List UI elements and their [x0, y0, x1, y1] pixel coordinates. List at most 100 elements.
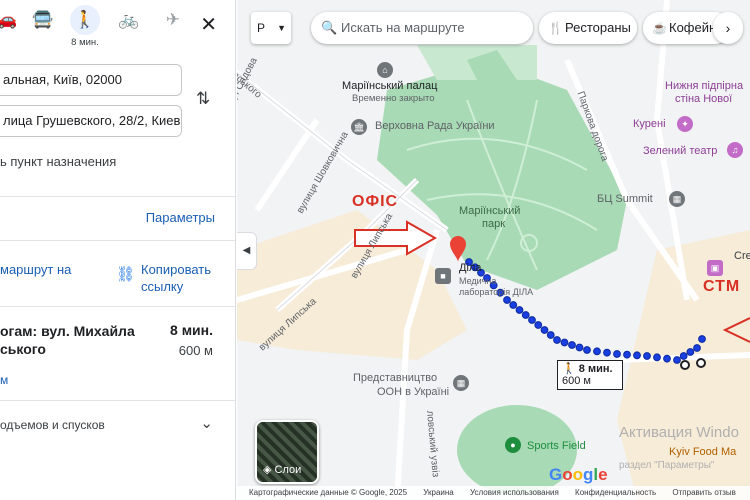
route-dot	[568, 341, 576, 349]
route-dot	[540, 326, 549, 334]
divider	[0, 306, 235, 307]
walk-time-label: 8 мин.	[71, 37, 99, 48]
travel-mode-bar: 🚗 🚍 🚶 8 мин. 🚲 ✈	[0, 5, 230, 50]
origin-field[interactable]: альная, Київ, 02000	[0, 64, 182, 96]
culture-icon: ✦	[677, 116, 693, 132]
label-cre: Cre	[734, 250, 750, 262]
theater-icon: ♫	[727, 142, 743, 158]
map-type-select[interactable]: Р ▼	[251, 12, 291, 44]
route-search-input[interactable]: 🔍 Искать на маршруте	[311, 12, 533, 44]
route-dot	[560, 338, 569, 347]
copy-link-button[interactable]: Копировать ссылку	[141, 261, 211, 295]
chip-restaurants[interactable]: 🍴 Рестораны	[539, 12, 637, 44]
label-un-1[interactable]: Представництво	[353, 372, 437, 384]
footer-privacy[interactable]: Конфиденциальность	[575, 488, 656, 497]
route-distance: 600 м	[178, 343, 213, 358]
route-dot	[515, 306, 524, 314]
plane-icon: ✈	[165, 10, 181, 29]
label-park-1: Маріїнський	[459, 205, 521, 217]
walk-icon: 🚶	[562, 363, 579, 375]
route-title-line1: огам: вул. Михайла	[0, 323, 135, 339]
footer-terms[interactable]: Условия использования	[470, 488, 559, 497]
lab-icon: ■	[435, 268, 451, 284]
layers-button[interactable]: ◈ Слои	[255, 420, 319, 484]
mode-walk[interactable]: 🚶 8 мин.	[68, 5, 102, 48]
bike-icon: 🚲	[118, 10, 140, 29]
label-bc-summit[interactable]: БЦ Summit	[597, 193, 653, 205]
divider	[0, 196, 235, 197]
chips-next-button[interactable]: ›	[713, 12, 743, 44]
restaurant-icon: 🍴	[548, 21, 563, 35]
add-destination[interactable]: ь пункт назначения	[0, 154, 116, 169]
route-dot	[633, 351, 641, 360]
route-dot	[679, 352, 688, 360]
label-dila[interactable]: Діла	[459, 262, 481, 274]
link-icon: ⛓	[116, 266, 136, 283]
directions-panel: 🚗 🚍 🚶 8 мин. 🚲 ✈ ✕ альная, Київ, 02000 л…	[0, 0, 236, 500]
route-dot	[613, 350, 621, 358]
mode-flight[interactable]: ✈	[156, 8, 190, 32]
label-green-theater[interactable]: Зелений театр	[643, 145, 717, 157]
route-title-line2: ського	[0, 341, 46, 357]
label-nizhnya-1[interactable]: Нижня підпірна	[665, 80, 743, 92]
map-footer: Картографические данные © Google, 2025 У…	[237, 486, 750, 500]
route-dot	[528, 316, 536, 324]
route-details-link[interactable]: м	[0, 373, 8, 387]
route-time: 8 мин.	[170, 322, 213, 338]
send-route-button[interactable]: маршрут на	[0, 261, 71, 278]
chevron-down-icon[interactable]: ⌄	[200, 414, 213, 432]
label-nizhnya-2: стіна Нової	[675, 93, 733, 105]
annotation-ctm: СТМ	[703, 278, 741, 295]
landmark-icon: 🏛	[351, 119, 367, 135]
footer-feedback[interactable]: Отправить отзыв	[672, 488, 736, 497]
label-kyiv-food[interactable]: Kyiv Food Ma	[669, 446, 736, 458]
options-button[interactable]: Параметры	[146, 210, 215, 225]
label-palace[interactable]: Маріїнський палац	[342, 80, 437, 92]
divider	[0, 400, 235, 401]
route-dot	[521, 311, 530, 319]
car-icon: 🚗	[0, 8, 24, 32]
route-dot	[653, 353, 661, 362]
mode-bike[interactable]: 🚲	[112, 8, 146, 32]
caret-down-icon: ▼	[277, 23, 286, 33]
footer-copyright: Картографические данные © Google, 2025	[249, 488, 408, 497]
route-dot	[503, 296, 511, 304]
label-un-2: ООН в Україні	[377, 386, 450, 398]
sports-icon: ●	[505, 437, 521, 453]
walk-callout[interactable]: 🚶 8 мин. 600 м	[557, 360, 623, 390]
swap-icon[interactable]: ⇅	[196, 89, 210, 109]
annotation-office: ОФІС	[352, 193, 399, 210]
route-dot	[603, 348, 611, 357]
museum-icon: ▣	[707, 260, 723, 276]
elevation-toggle[interactable]: одъемов и спусков	[0, 418, 105, 432]
label-sports[interactable]: Sports Field	[527, 440, 586, 452]
route-dot	[593, 347, 601, 356]
label-kureni[interactable]: Курені	[633, 118, 666, 130]
palace-icon: ⌂	[377, 62, 393, 78]
route-dot	[509, 301, 518, 309]
chevron-right-icon: ›	[725, 20, 731, 36]
route-dot	[623, 350, 631, 359]
close-icon[interactable]: ✕	[200, 12, 217, 37]
route-dot	[693, 344, 701, 352]
map-canvas[interactable]: ◀ ⌂ Маріїнський палац Временно закрыто 🏛…	[237, 0, 750, 500]
footer-country[interactable]: Украина	[423, 488, 453, 497]
route-dot	[673, 356, 681, 364]
collapse-panel-button[interactable]: ◀	[237, 232, 257, 270]
route-dot	[534, 321, 543, 329]
layers-icon: ◈	[263, 464, 275, 476]
label-rada[interactable]: Верховна Рада України	[375, 120, 495, 132]
mode-transit[interactable]: 🚍	[26, 8, 60, 32]
walk-icon: 🚶	[70, 5, 100, 35]
map-type-value: Р	[257, 21, 266, 35]
label-palace-status: Временно закрыто	[352, 93, 435, 104]
route-dot	[698, 335, 706, 343]
destination-field[interactable]: лица Грушевского, 28/2, Киев, 0	[0, 105, 182, 137]
route-title[interactable]: огам: вул. Михайла ського	[0, 322, 160, 358]
layers-label: ◈ Слои	[263, 463, 301, 476]
route-dot	[643, 352, 651, 360]
search-icon: 🔍	[321, 20, 338, 35]
office-icon: ▦	[453, 375, 469, 391]
mode-car[interactable]: 🚗	[0, 8, 24, 32]
copy-link-line2: ссылку	[141, 279, 184, 294]
